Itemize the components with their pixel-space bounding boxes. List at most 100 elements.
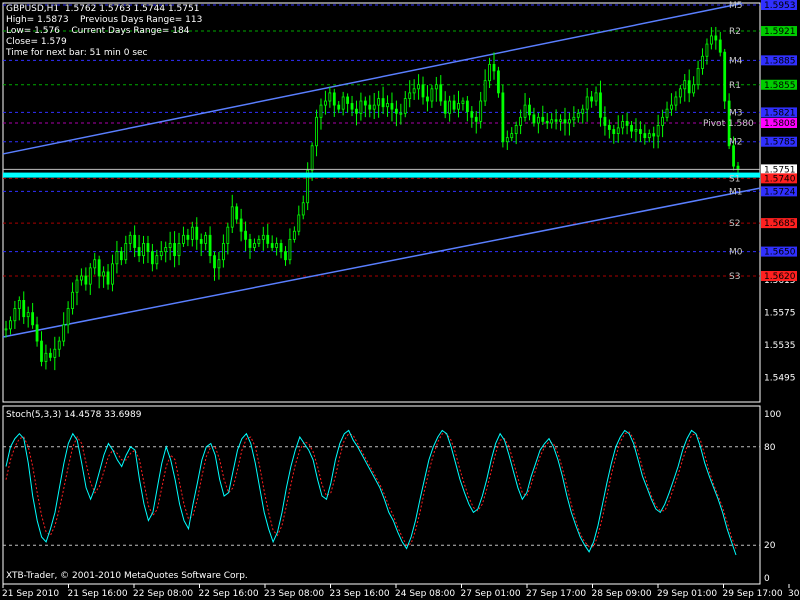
candle-body — [177, 243, 181, 257]
candle-body — [48, 352, 52, 358]
high-line: High= 1.5873 Previous Days Range= 113 — [6, 15, 203, 25]
price-tick-label: 1.5575 — [764, 309, 796, 319]
candle-body — [35, 324, 39, 342]
candle-body — [647, 133, 651, 139]
candle-body — [683, 80, 687, 90]
candle-body — [550, 119, 554, 124]
candle-body — [639, 129, 642, 134]
candle-body — [497, 70, 500, 94]
candle-body — [474, 116, 478, 122]
candle-body — [190, 226, 194, 240]
candle-body — [492, 64, 496, 72]
pivot-label-m4: M4 — [729, 56, 743, 66]
candle-body — [244, 230, 247, 240]
candle-body — [559, 119, 562, 122]
candle-body — [186, 234, 190, 240]
stochastic-label: Stoch(5,3,3) 14.4578 33.6989 — [6, 410, 142, 420]
candle-body — [22, 300, 26, 318]
candle-body — [709, 35, 713, 45]
price-tick-label: 1.5495 — [764, 374, 796, 384]
candle-body — [346, 96, 350, 104]
candle-body — [625, 120, 629, 126]
candle-body — [128, 234, 132, 244]
candle-body — [457, 103, 460, 110]
candle-body — [465, 100, 469, 113]
timer-line: Time for next bar: 51 min 0 sec — [6, 48, 148, 58]
candle-body — [31, 312, 35, 326]
candle-body — [705, 43, 709, 57]
candle-body — [621, 120, 625, 129]
pivot-label-s3: S3 — [729, 272, 740, 282]
pivot-level-lines — [2, 2, 761, 585]
candle-body — [80, 275, 83, 281]
time-label: 30 Sep 09:00 — [788, 589, 800, 599]
candle-body — [678, 88, 682, 98]
time-label: 22 Sep 16:00 — [199, 589, 259, 599]
candle-body — [368, 104, 372, 110]
candle-body — [692, 84, 696, 94]
chart-canvas: M5R2M4R1M3Pivot 1.580M2S1M1S2M0S3 1.5615… — [2, 0, 800, 599]
candle-body — [319, 104, 323, 118]
candle-body — [230, 206, 234, 228]
stoch-panel-frame — [2, 405, 761, 585]
candle-body — [221, 243, 225, 261]
price-tag-label: 1.5724 — [764, 187, 796, 197]
stoch-scale-label: 100 — [764, 410, 781, 420]
candle-body — [235, 206, 239, 220]
candle-body — [363, 100, 367, 106]
candle-body — [119, 251, 123, 261]
pivot-label-r2: R2 — [729, 27, 741, 37]
time-label: 23 Sep 08:00 — [264, 589, 324, 599]
price-tag-label: 1.5855 — [764, 81, 796, 91]
price-tag-label: 1.5921 — [764, 27, 796, 37]
price-tag-label: 1.5650 — [764, 248, 796, 258]
candle-body — [124, 243, 128, 261]
price-tag-label: 1.5785 — [764, 138, 796, 148]
candle-body — [332, 92, 336, 106]
stoch-signal-line — [5, 431, 737, 549]
candle-body — [310, 145, 314, 171]
candle-body — [337, 104, 341, 110]
candle-body — [426, 96, 429, 102]
candle-body — [53, 348, 57, 358]
candle-body — [568, 119, 571, 124]
candle-body — [732, 145, 735, 167]
candle-body — [394, 108, 398, 114]
candle-body — [665, 108, 669, 118]
candle-body — [288, 238, 292, 261]
candle-body — [328, 92, 332, 102]
price-tag-label: 1.5953 — [764, 1, 796, 11]
chart-info: GBPUSD,H1 1.5762 1.5763 1.5744 1.5751 Hi… — [6, 4, 202, 59]
candle-body — [718, 39, 722, 53]
time-axis: 21 Sep 2010 21 Sep 16:00 22 Sep 08:00 22 Se… — [2, 584, 800, 599]
candle-body — [275, 243, 279, 248]
candle-body — [71, 291, 74, 309]
price-axis: 1.56151.55751.55351.54951.59531.59211.58… — [761, 0, 797, 384]
time-label: 23 Sep 16:00 — [330, 589, 390, 599]
candle-body — [9, 320, 12, 330]
time-label: 21 Sep 16:00 — [68, 589, 128, 599]
candle-body — [111, 263, 114, 285]
candle-body — [443, 100, 447, 114]
candle-body — [279, 243, 283, 252]
candle-body — [208, 234, 212, 257]
candle-body — [616, 127, 620, 134]
candle-body — [536, 116, 540, 124]
candle-body — [173, 243, 176, 257]
time-label: 22 Sep 08:00 — [133, 589, 193, 599]
close-line: Close= 1.579 — [6, 37, 67, 47]
candle-body — [661, 116, 664, 126]
candle-body — [452, 100, 456, 110]
candle-body — [93, 259, 97, 269]
candle-body — [412, 88, 416, 94]
candle-body — [248, 238, 252, 248]
candle-body — [390, 103, 394, 110]
candle-body — [674, 96, 678, 106]
candle-body — [523, 104, 527, 118]
pivot-label-m3: M3 — [729, 108, 743, 118]
time-label: 29 Sep 17:00 — [723, 589, 783, 599]
time-label: 27 Sep 17:00 — [526, 589, 586, 599]
candle-body — [266, 234, 270, 244]
candle-body — [581, 108, 585, 114]
candle-body — [505, 137, 509, 143]
